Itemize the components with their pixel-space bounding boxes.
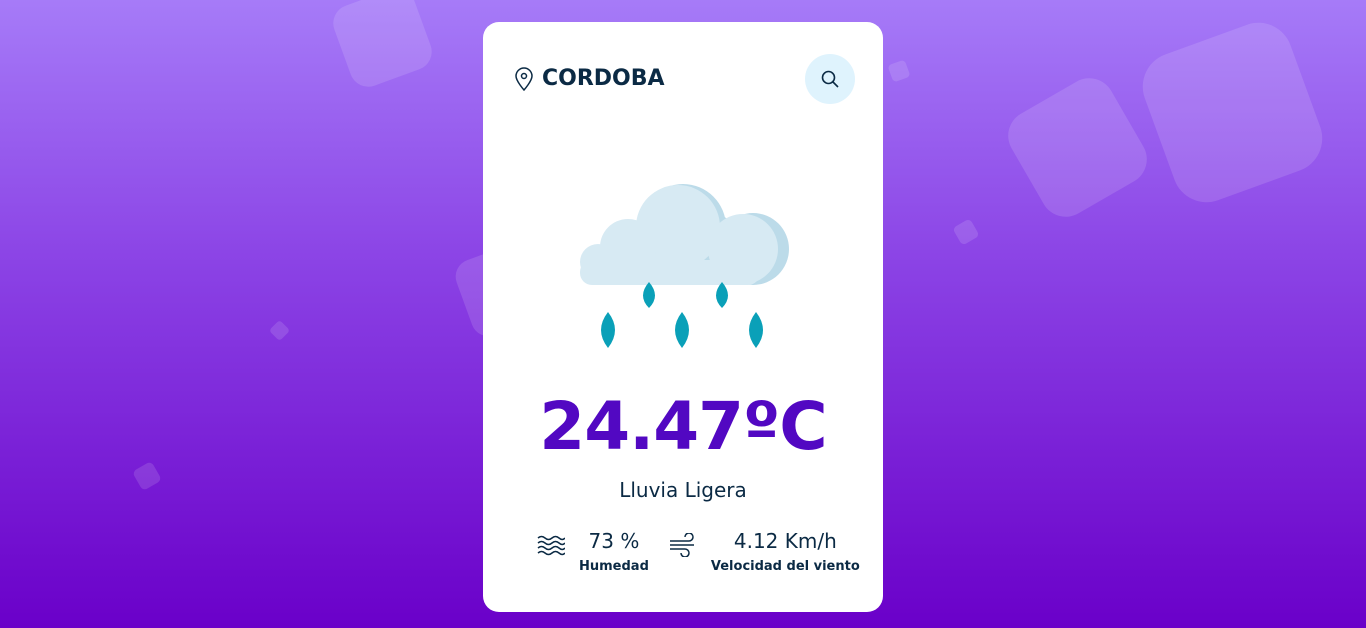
location-pin-icon [515, 66, 533, 91]
wind-value: 4.12 Km/h [733, 529, 837, 553]
rain-cloud-icon [580, 184, 789, 348]
bg-square [1133, 13, 1332, 212]
bg-square [887, 59, 911, 83]
weather-card: CORDOBA 24.47ºC Lluvia Ligera 73 % Humeda… [483, 22, 883, 612]
weather-description: Lluvia Ligera [619, 478, 747, 502]
city-name: CORDOBA [542, 66, 665, 91]
weather-stats: 73 % Humedad 4.12 Km/h Velocidad del vient… [537, 529, 860, 574]
location-header: CORDOBA [514, 66, 665, 91]
bg-square [328, 0, 437, 92]
bg-square [268, 319, 291, 342]
search-button[interactable] [805, 54, 855, 104]
wind-stat: 4.12 Km/h Velocidad del viento [669, 529, 860, 574]
bg-square [131, 460, 163, 492]
bg-square [952, 218, 980, 246]
temperature: 24.47ºC [539, 388, 827, 465]
humidity-value: 73 % [588, 529, 640, 553]
humidity-waves-icon [537, 535, 565, 556]
humidity-label: Humedad [579, 559, 649, 574]
humidity-stat: 73 % Humedad [537, 529, 649, 574]
wind-label: Velocidad del viento [710, 559, 860, 574]
wind-icon [669, 533, 694, 557]
bg-square [998, 68, 1157, 227]
search-icon [821, 70, 839, 88]
